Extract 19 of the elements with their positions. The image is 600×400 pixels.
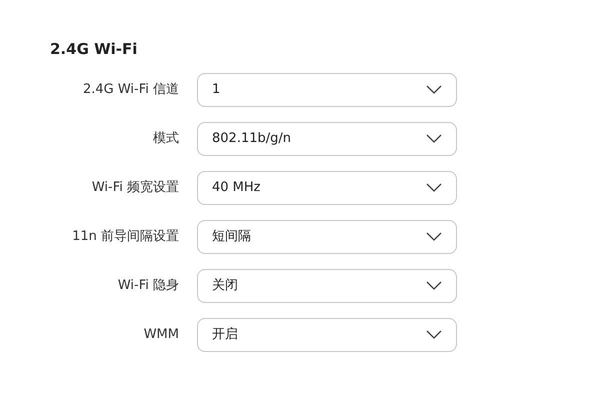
section-title: 2.4G Wi-Fi xyxy=(50,39,138,60)
dropdown[interactable]: 关闭 xyxy=(197,268,457,302)
dropdown[interactable]: 短间隔 xyxy=(197,220,457,254)
setting-label: 11n 前导间隔设置 xyxy=(72,228,179,246)
dropdown[interactable]: 1 xyxy=(197,72,457,106)
chevron-down-icon xyxy=(426,85,442,94)
setting-label: 模式 xyxy=(153,130,179,148)
setting-label: 2.4G Wi-Fi 信道 xyxy=(82,80,179,99)
chevron-down-icon xyxy=(426,232,442,241)
dropdown[interactable]: 40 MHz xyxy=(197,170,457,204)
chevron-down-icon xyxy=(426,330,442,339)
chevron-down-icon xyxy=(426,183,442,192)
setting-label: Wi-Fi 频宽设置 xyxy=(92,178,179,197)
dropdown[interactable]: 802.11b/g/n xyxy=(197,122,457,156)
chevron-down-icon xyxy=(426,281,442,290)
setting-label: WMM xyxy=(144,326,179,344)
chevron-down-icon xyxy=(426,134,442,143)
setting-label: Wi-Fi 隐身 xyxy=(118,276,179,295)
dropdown[interactable]: 开启 xyxy=(197,318,457,352)
